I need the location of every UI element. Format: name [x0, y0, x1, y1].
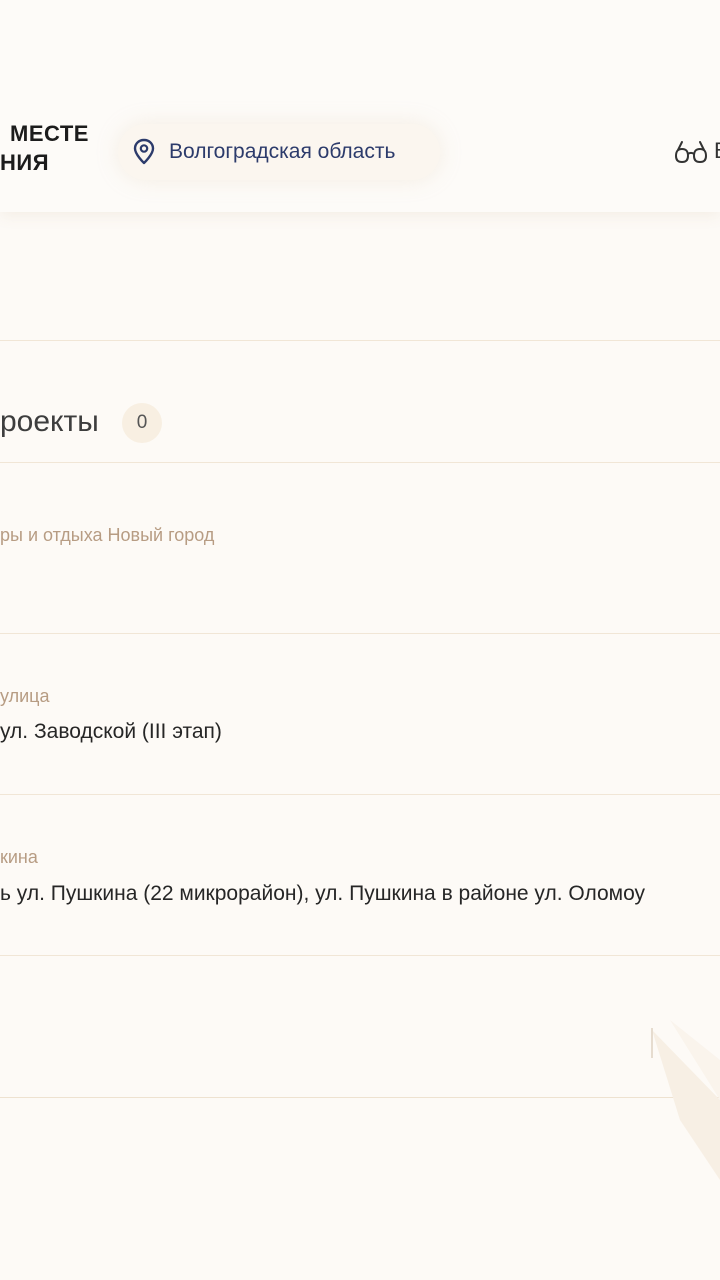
glasses-icon [674, 141, 708, 164]
logo-text-line-2[interactable]: НИЯ [0, 151, 49, 175]
row-divider [0, 955, 720, 956]
section-divider [0, 340, 720, 341]
logo-text-line-1[interactable]: МЕСТЕ [10, 122, 89, 146]
project-category: ры и отдыха Новый город [0, 525, 215, 545]
project-name-link[interactable]: ь ул. Пушкина (22 микрорайон), ул. Пушки… [0, 881, 645, 907]
section-divider [0, 1097, 720, 1098]
project-category: улица [0, 686, 50, 706]
decorative-bar [651, 1028, 653, 1058]
header: МЕСТЕ НИЯ Волгоградская область В [0, 0, 720, 212]
projects-heading: роекты [0, 405, 99, 438]
accessibility-label: В [714, 138, 720, 164]
row-divider [0, 462, 720, 463]
region-label: Волгоградская область [169, 140, 396, 163]
accessibility-version-button[interactable]: В [672, 136, 720, 168]
projects-count-badge: 0 [122, 403, 162, 443]
project-category: кина [0, 847, 38, 867]
project-name-link[interactable]: ул. Заводской (III этап) [0, 719, 222, 745]
row-divider [0, 633, 720, 634]
row-divider [0, 794, 720, 795]
map-pin-icon [133, 138, 155, 165]
decorative-pattern [652, 1020, 720, 1180]
region-selector-button[interactable]: Волгоградская область [118, 124, 440, 180]
page: МЕСТЕ НИЯ Волгоградская область В роекты… [0, 0, 720, 1280]
